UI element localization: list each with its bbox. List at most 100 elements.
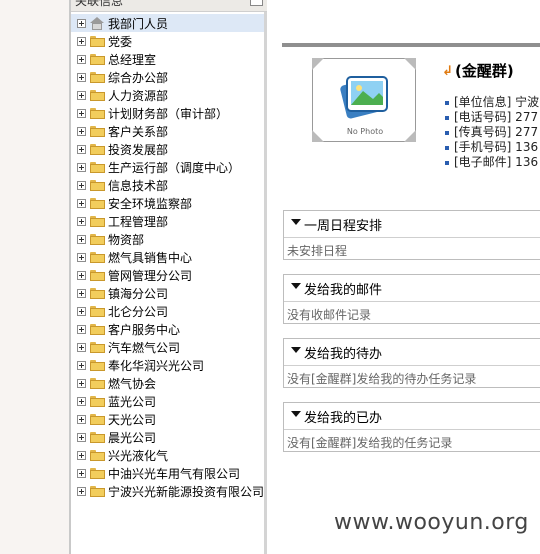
contact-info-item: [电子邮件] 136	[445, 155, 539, 170]
tree-item[interactable]: 投资发展部	[71, 140, 264, 158]
expand-plus-icon[interactable]	[77, 306, 86, 316]
tree-item-label: 兴光液化气	[108, 448, 169, 463]
expand-plus-icon[interactable]	[77, 180, 86, 190]
bullet-icon	[445, 115, 449, 120]
tree-item[interactable]: 客户关系部	[71, 122, 264, 140]
section-header[interactable]: 发给我的邮件	[284, 275, 540, 302]
no-photo-caption: No Photo	[346, 127, 384, 136]
org-tree-panel: 关联信息 − 我部门人员 党委 总经理室 综合办公部 人力资源部 计划财务部（审计部） 客户…	[69, 0, 267, 554]
triangle-down-icon	[291, 411, 301, 417]
tree-item[interactable]: 生产运行部（调度中心）	[71, 158, 264, 176]
expand-plus-icon[interactable]	[77, 360, 86, 370]
tree-item-label: 北仑分公司	[108, 304, 169, 319]
tree-item[interactable]: 天光公司	[71, 410, 264, 428]
tree-item[interactable]: 我部门人员	[71, 14, 264, 32]
expand-plus-icon[interactable]	[77, 72, 86, 82]
expand-plus-icon[interactable]	[77, 198, 86, 208]
expand-plus-icon[interactable]	[77, 36, 86, 46]
expand-plus-icon[interactable]	[77, 450, 86, 460]
triangle-down-icon	[291, 219, 301, 225]
tree-item-label: 天光公司	[108, 412, 157, 427]
expand-plus-icon[interactable]	[77, 54, 86, 64]
folder-icon	[90, 71, 105, 83]
tree-item[interactable]: 综合办公部	[71, 68, 264, 86]
contact-info-text: [单位信息] 宁波	[454, 95, 540, 109]
tree-item-label: 蓝光公司	[108, 394, 157, 409]
tree-item[interactable]: 总经理室	[71, 50, 264, 68]
tree-item[interactable]: 宁波兴光新能源投资有限公司	[71, 482, 264, 500]
section-title: 发给我的邮件	[304, 283, 383, 298]
tree-item[interactable]: 物资部	[71, 230, 264, 248]
folder-icon	[90, 35, 105, 47]
expand-plus-icon[interactable]	[77, 144, 86, 154]
picture-icon	[340, 76, 388, 119]
tree-item[interactable]: 蓝光公司	[71, 392, 264, 410]
tree-item-label: 镇海分公司	[108, 286, 169, 301]
section-my-mail: 发给我的邮件 没有收邮件记录	[283, 274, 540, 324]
expand-plus-icon[interactable]	[77, 252, 86, 262]
expand-plus-icon[interactable]	[77, 90, 86, 100]
expand-plus-icon[interactable]	[77, 162, 86, 172]
expand-plus-icon[interactable]	[77, 378, 86, 388]
expand-plus-icon[interactable]	[77, 468, 86, 478]
section-my-todo: 发给我的待办 没有[金醒群]发给我的待办任务记录	[283, 338, 540, 388]
section-empty-text: 没有[金醒群]发给我的待办任务记录	[287, 372, 477, 386]
folder-icon	[90, 179, 105, 191]
tree-item[interactable]: 计划财务部（审计部）	[71, 104, 264, 122]
folder-icon	[90, 413, 105, 425]
tree-item-label: 奉化华润兴光公司	[108, 358, 205, 373]
tree-item[interactable]: 兴光液化气	[71, 446, 264, 464]
tree-item[interactable]: 党委	[71, 32, 264, 50]
expand-plus-icon[interactable]	[77, 18, 86, 28]
contact-info-text: [手机号码] 136	[454, 140, 539, 154]
tree-item-label: 投资发展部	[108, 142, 169, 157]
folder-icon	[90, 485, 105, 497]
expand-plus-icon[interactable]	[77, 216, 86, 226]
folder-icon	[90, 449, 105, 461]
folder-icon	[90, 107, 105, 119]
tree-item[interactable]: 北仑分公司	[71, 302, 264, 320]
section-empty-text: 没有[金醒群]发给我的任务记录	[287, 436, 453, 450]
tree-item[interactable]: 奉化华润兴光公司	[71, 356, 264, 374]
tree-item-label: 燃气具销售中心	[108, 250, 193, 265]
section-header[interactable]: 发给我的已办	[284, 403, 540, 430]
tree-item[interactable]: 中油兴光车用气有限公司	[71, 464, 264, 482]
tree-item[interactable]: 管网管理分公司	[71, 266, 264, 284]
expand-plus-icon[interactable]	[77, 270, 86, 280]
folder-icon	[90, 89, 105, 101]
expand-plus-icon[interactable]	[77, 414, 86, 424]
tree-item[interactable]: 信息技术部	[71, 176, 264, 194]
tree-item[interactable]: 汽车燃气公司	[71, 338, 264, 356]
tree-item[interactable]: 安全环境监察部	[71, 194, 264, 212]
tree-item-label: 宁波兴光新能源投资有限公司	[107, 484, 264, 499]
tree-item[interactable]: 人力资源部	[71, 86, 264, 104]
bullet-icon	[445, 100, 449, 105]
contact-info-item: [电话号码] 277	[445, 110, 539, 125]
tree-item[interactable]: 燃气具销售中心	[71, 248, 264, 266]
expand-plus-icon[interactable]	[77, 486, 86, 496]
bullet-icon	[445, 145, 449, 150]
tree-item[interactable]: 客户服务中心	[71, 320, 264, 338]
tree-item[interactable]: 晨光公司	[71, 428, 264, 446]
expand-plus-icon[interactable]	[77, 126, 86, 136]
collapse-button[interactable]: −	[250, 0, 263, 6]
section-title: 发给我的已办	[304, 411, 383, 426]
expand-plus-icon[interactable]	[77, 324, 86, 334]
expand-plus-icon[interactable]	[77, 108, 86, 118]
expand-plus-icon[interactable]	[77, 234, 86, 244]
folder-icon	[90, 269, 105, 281]
tree-item[interactable]: 工程管理部	[71, 212, 264, 230]
section-my-done: 发给我的已办 没有[金醒群]发给我的任务记录	[283, 402, 540, 452]
expand-plus-icon[interactable]	[77, 432, 86, 442]
expand-plus-icon[interactable]	[77, 342, 86, 352]
section-header[interactable]: 一周日程安排	[284, 211, 540, 238]
folder-icon	[90, 53, 105, 65]
expand-plus-icon[interactable]	[77, 396, 86, 406]
tree-item[interactable]: 镇海分公司	[71, 284, 264, 302]
expand-plus-icon[interactable]	[77, 288, 86, 298]
section-header[interactable]: 发给我的待办	[284, 339, 540, 366]
section-weekly-schedule: 一周日程安排 未安排日程	[283, 210, 540, 260]
bullet-icon	[445, 160, 449, 165]
tree-item[interactable]: 燃气协会	[71, 374, 264, 392]
contact-info-text: [电子邮件] 136	[454, 155, 539, 169]
